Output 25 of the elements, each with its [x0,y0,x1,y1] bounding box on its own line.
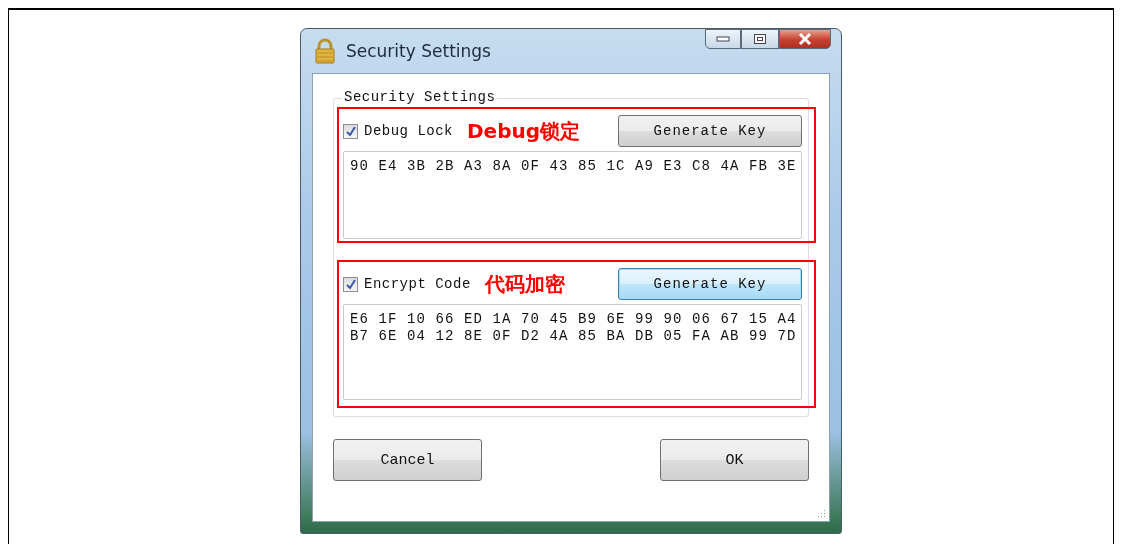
key-field[interactable]: 90 E4 3B 2B A3 8A 0F 43 85 1C A9 E3 C8 4A FB 3E [343,151,802,239]
close-icon [797,32,813,46]
checkbox[interactable] [343,123,358,139]
minimize-icon [716,36,730,42]
generate-key-button[interactable]: Generate Key [618,115,802,147]
window-title: Security Settings [346,41,491,61]
key-text: E6 1F 10 66 ED 1A 70 45 B9 6E 99 90 06 67 15 A4 [350,311,795,328]
generate-key-button[interactable]: Generate Key [618,268,802,300]
key-text: B7 6E 04 12 8E 0F D2 4A 85 BA DB 05 FA AB 99 7D [350,328,795,345]
maximize-icon [753,33,767,45]
key-text: 90 E4 3B 2B A3 8A 0F 43 85 1C A9 E3 C8 4A FB 3E [350,158,795,175]
annotation-label: 代码加密 [484,270,565,298]
padlock-icon [314,38,336,64]
cancel-button[interactable]: Cancel [333,439,482,481]
key-field[interactable]: E6 1F 10 66 ED 1A 70 45 B9 6E 99 90 06 67 15 A4 B7 6E 04 12 8E 0F D2 4A 85 BA DB 05 FA AB 99 7D [343,304,802,400]
annotation-label: Debug锁定 [467,117,581,145]
maximize-button[interactable] [741,29,779,49]
minimize-button[interactable] [705,29,741,49]
checkbox-label: Encrypt Code [364,276,471,292]
checkbox-label: Debug Lock [364,123,453,139]
close-button[interactable] [779,29,831,49]
ok-button[interactable]: OK [660,439,809,481]
checkbox[interactable] [343,276,358,292]
resize-grip-icon [816,508,826,518]
group-label: Security Settings [342,89,498,105]
